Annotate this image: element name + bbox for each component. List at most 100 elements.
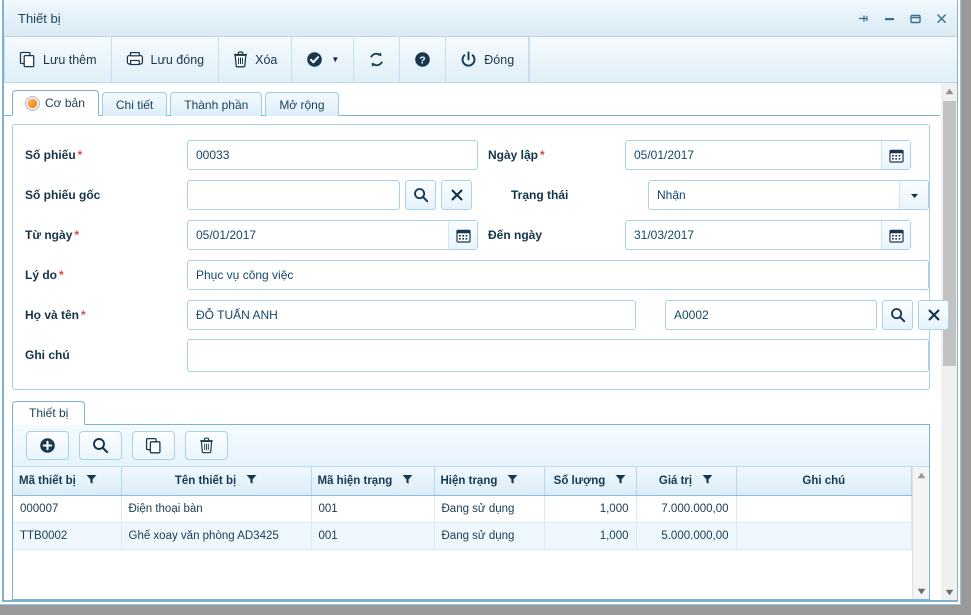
grid-add-button[interactable] xyxy=(26,431,69,460)
cell-ma-hien-trang: 001 xyxy=(311,522,435,550)
minimize-icon[interactable] xyxy=(883,12,896,25)
form-row-6: Ghi chú xyxy=(13,335,930,375)
filter-icon[interactable] xyxy=(86,474,97,488)
close-icon[interactable] xyxy=(935,12,948,25)
required-marker: * xyxy=(74,228,80,242)
scroll-down-arrow-icon[interactable] xyxy=(941,584,958,600)
help-button[interactable]: ? xyxy=(400,37,447,82)
table-row[interactable]: TTB0002 Ghế xoay văn phòng AD3425 001 Đa… xyxy=(13,522,913,550)
ly-do-label-text: Lý do xyxy=(25,268,57,282)
approve-button[interactable]: ▼ xyxy=(292,37,355,82)
save-close-label: Lưu đóng xyxy=(150,52,205,67)
filter-icon[interactable] xyxy=(702,474,713,488)
scroll-up-arrow-icon[interactable] xyxy=(941,83,958,99)
so-phieu-goc-search-button[interactable] xyxy=(405,180,436,210)
refresh-button[interactable] xyxy=(354,37,401,82)
delete-label: Xóa xyxy=(255,52,278,67)
col-hien-trang[interactable]: Hiện trạng xyxy=(434,467,545,496)
plus-circle-icon xyxy=(40,438,55,453)
col-ma-thiet-bi[interactable]: Mã thiết bị xyxy=(13,467,122,496)
window-inner: Thiết bị Lưu thêm Lưu đóng Xóa ▼ ? Đóng … xyxy=(2,0,958,602)
filter-icon[interactable] xyxy=(402,474,413,488)
filter-icon[interactable] xyxy=(246,474,257,488)
col-label: Mã hiện trạng xyxy=(317,474,393,487)
ghi-chu-label: Ghi chú xyxy=(13,348,187,362)
toolbar-spacer xyxy=(529,37,957,82)
filter-icon[interactable] xyxy=(507,474,518,488)
delete-button[interactable]: Xóa xyxy=(219,37,293,82)
col-gia-tri[interactable]: Giá trị xyxy=(636,467,737,496)
col-ghi-chu[interactable]: Ghi chú xyxy=(736,467,913,496)
den-ngay-datefield[interactable]: 31/03/2017 xyxy=(625,220,911,250)
scroll-down-arrow-icon[interactable] xyxy=(913,583,930,599)
tab-chi-tiet[interactable]: Chi tiết xyxy=(101,92,168,116)
help-icon: ? xyxy=(414,51,431,68)
form-row-1: Số phiếu * 00033 Ngày lập * 05/01/2017 xyxy=(13,135,929,175)
ngay-lap-input[interactable]: 05/01/2017 xyxy=(634,148,881,162)
form-row-3: Từ ngày * 05/01/2017 Đến ngày 31/03/2017 xyxy=(13,215,929,255)
tab-thanh-phan[interactable]: Thành phần xyxy=(170,92,263,116)
grid-table-wrap: Mã thiết bị Tên thiết bị Mã hiện trạng H… xyxy=(13,467,913,599)
cell-gia-tri: 5.000.000,00 xyxy=(636,522,737,550)
pin-icon[interactable] xyxy=(857,12,870,25)
grid-tab-thiet-bi[interactable]: Thiết bị xyxy=(12,401,86,425)
grid-vertical-scrollbar[interactable] xyxy=(912,467,930,599)
orange-dot-icon xyxy=(26,96,39,110)
required-marker: * xyxy=(59,268,64,282)
so-phieu-goc-clear-button[interactable] xyxy=(441,180,472,210)
tu-ngay-datefield[interactable]: 05/01/2017 xyxy=(187,220,478,250)
chevron-down-icon[interactable]: ▼ xyxy=(331,55,339,64)
ho-va-ten-clear-button[interactable] xyxy=(918,300,949,330)
cell-so-luong: 1,000 xyxy=(544,522,637,550)
close-form-button[interactable]: Đóng xyxy=(446,37,530,82)
col-label: Hiện trạng xyxy=(440,474,498,487)
scroll-up-arrow-icon[interactable] xyxy=(913,467,930,483)
chevron-down-icon[interactable] xyxy=(899,181,929,209)
den-ngay-input[interactable]: 31/03/2017 xyxy=(634,228,881,242)
col-ten-thiet-bi[interactable]: Tên thiết bị xyxy=(121,467,312,496)
ho-va-ten-search-button[interactable] xyxy=(882,300,913,330)
grid-toolbar xyxy=(13,425,930,467)
grid-duplicate-button[interactable] xyxy=(132,431,175,460)
calendar-icon[interactable] xyxy=(881,141,910,169)
main-toolbar: Lưu thêm Lưu đóng Xóa ▼ ? Đóng xyxy=(4,37,957,83)
form-vertical-scrollbar[interactable] xyxy=(940,83,958,600)
tab-strip: Cơ bản Chi tiết Thành phần Mở rộng xyxy=(4,89,941,116)
ghi-chu-label-text: Ghi chú xyxy=(25,348,70,362)
ghi-chu-input[interactable] xyxy=(187,338,930,372)
cell-so-luong: 1,000 xyxy=(544,495,637,523)
ngay-lap-datefield[interactable]: 05/01/2017 xyxy=(625,140,911,170)
tab-chi-tiet-label: Chi tiết xyxy=(115,97,154,112)
calendar-icon[interactable] xyxy=(448,221,477,249)
filter-icon[interactable] xyxy=(615,474,626,488)
cell-ma-thiet-bi: 000007 xyxy=(13,495,122,523)
tab-mo-rong[interactable]: Mở rộng xyxy=(265,92,339,116)
ho-va-ten-input[interactable]: ĐỖ TUẤN ANH xyxy=(187,300,636,330)
table-row[interactable]: 000007 Điện thoại bàn 001 Đang sử dụng 1… xyxy=(13,495,913,523)
ly-do-input[interactable]: Phục vụ công việc xyxy=(187,260,930,290)
so-phieu-field[interactable]: 00033 xyxy=(187,140,478,170)
grid-search-button[interactable] xyxy=(79,431,122,460)
so-phieu-goc-input[interactable] xyxy=(187,180,400,210)
trang-thai-select[interactable]: Nhận xyxy=(648,180,930,210)
save-add-label: Lưu thêm xyxy=(43,52,97,67)
calendar-icon[interactable] xyxy=(881,221,910,249)
application-window: Thiết bị Lưu thêm Lưu đóng Xóa ▼ ? Đóng … xyxy=(0,0,961,605)
svg-text:?: ? xyxy=(420,54,426,66)
so-phieu-input[interactable]: 00033 xyxy=(187,140,478,170)
required-marker: * xyxy=(540,148,545,162)
tu-ngay-input[interactable]: 05/01/2017 xyxy=(196,228,448,242)
grid-delete-button[interactable] xyxy=(185,431,228,460)
tab-co-ban[interactable]: Cơ bản xyxy=(12,90,99,116)
trang-thai-label-text: Trạng thái xyxy=(511,188,569,202)
save-add-button[interactable]: Lưu thêm xyxy=(4,37,112,82)
maximize-icon[interactable] xyxy=(909,12,922,25)
col-so-luong[interactable]: Số lượng xyxy=(544,467,637,496)
ho-va-ten-label: Họ và tên * xyxy=(13,308,187,322)
cell-gia-tri: 7.000.000,00 xyxy=(636,495,737,523)
trang-thai-value: Nhận xyxy=(657,188,686,202)
col-label: Mã thiết bị xyxy=(19,474,76,487)
col-ma-hien-trang[interactable]: Mã hiện trạng xyxy=(311,467,435,496)
save-close-button[interactable]: Lưu đóng xyxy=(112,37,220,82)
ho-va-ten-code-input[interactable]: A0002 xyxy=(665,300,877,330)
